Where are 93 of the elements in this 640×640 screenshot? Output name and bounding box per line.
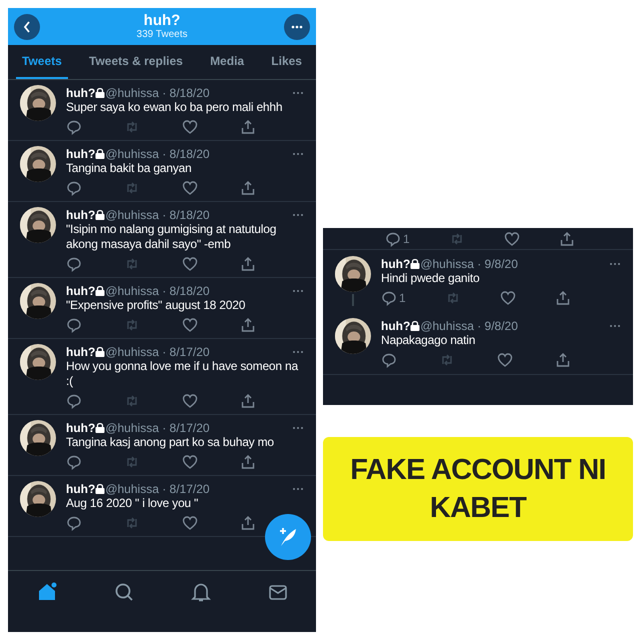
handle-and-date: @huhissa · 8/18/20 — [105, 148, 210, 160]
profile-tab[interactable]: Likes — [265, 45, 308, 79]
share-icon[interactable] — [240, 180, 256, 196]
handle-and-date: @huhissa · 9/8/20 — [420, 320, 518, 332]
user-name: huh? — [381, 258, 410, 270]
lock-icon — [95, 148, 106, 159]
handle-and-date: @huhissa · 9/8/20 — [420, 258, 518, 270]
more-icon[interactable] — [292, 350, 304, 354]
tweet-text: Aug 16 2020 " i love you " — [66, 496, 200, 511]
reply-icon[interactable] — [66, 180, 82, 196]
heart-icon[interactable] — [500, 290, 516, 306]
more-icon[interactable] — [292, 288, 304, 292]
more-icon[interactable] — [292, 90, 304, 94]
user-name: huh? — [381, 320, 410, 332]
handle-and-date: @huhissa · 8/18/20 — [105, 284, 210, 296]
user-name: huh? — [66, 208, 96, 220]
heart-icon[interactable] — [182, 454, 198, 470]
share-icon[interactable] — [240, 119, 256, 135]
handle-and-date: @huhissa · 8/17/20 — [105, 482, 210, 494]
share-icon[interactable] — [555, 352, 571, 368]
reply-icon[interactable] — [66, 119, 82, 135]
share-icon[interactable] — [240, 393, 256, 409]
search-icon[interactable] — [112, 581, 134, 603]
handle-and-date: @huhissa · 8/17/20 — [105, 346, 210, 358]
heart-icon[interactable] — [182, 256, 198, 272]
reply-icon[interactable] — [385, 230, 401, 246]
heart-icon[interactable] — [182, 180, 198, 196]
heart-icon[interactable] — [182, 119, 198, 135]
handle-and-date: @huhissa · 8/18/20 — [105, 86, 210, 98]
profile-tab[interactable]: Tweets & replies — [83, 45, 189, 79]
heart-icon[interactable] — [497, 352, 513, 368]
profile-name: huh? — [144, 13, 180, 28]
back-icon — [23, 20, 31, 32]
user-name: huh? — [66, 346, 96, 358]
share-icon[interactable] — [240, 317, 256, 333]
more-icon[interactable] — [292, 426, 304, 430]
caption-text: KABET — [430, 491, 526, 526]
more-button[interactable] — [284, 14, 310, 40]
bell-icon[interactable] — [190, 581, 212, 603]
reply-icon[interactable] — [66, 317, 82, 333]
lock-icon — [410, 320, 420, 331]
caption-text: FAKE ACCOUNT NI — [350, 453, 606, 488]
reply-icon[interactable] — [66, 393, 82, 409]
lock-icon — [95, 422, 106, 433]
more-icon[interactable] — [292, 152, 304, 156]
handle-and-date: @huhissa · 8/17/20 — [105, 422, 210, 434]
heart-icon[interactable] — [182, 317, 198, 333]
user-name: huh? — [66, 284, 96, 296]
reply-icon[interactable] — [66, 256, 82, 272]
tweet-text: Tangina bakit ba ganyan — [66, 161, 193, 176]
reply-icon[interactable] — [381, 290, 397, 306]
tweet-text: Napakagago natin — [381, 333, 476, 348]
more-icon — [291, 24, 303, 28]
lock-icon — [95, 209, 106, 220]
share-icon[interactable] — [558, 230, 575, 246]
tweet-text: Hindi pwede ganito — [381, 271, 480, 286]
lock-icon — [95, 483, 106, 494]
share-icon[interactable] — [240, 515, 256, 531]
feather-plus-icon — [277, 526, 299, 548]
handle-and-date: @huhissa · 8/18/20 — [105, 208, 210, 220]
tweet-text: How you gonna love me if u have someon na :( — [66, 359, 300, 389]
more-icon[interactable] — [609, 324, 621, 328]
compose-button[interactable] — [265, 514, 311, 560]
lock-icon — [95, 346, 106, 357]
user-name: huh? — [66, 482, 96, 494]
back-button[interactable] — [14, 14, 40, 40]
tweet-text: Tangina kasj anong part ko sa buhay mo — [66, 435, 275, 450]
tweet-text: Super saya ko ewan ko ba pero mali ehhh — [66, 100, 284, 115]
heart-icon[interactable] — [182, 393, 198, 409]
user-name: huh? — [66, 422, 96, 434]
lock-icon — [410, 258, 420, 269]
reply-icon[interactable] — [66, 454, 82, 470]
more-icon[interactable] — [292, 212, 304, 216]
user-name: huh? — [66, 86, 96, 98]
share-icon[interactable] — [240, 256, 256, 272]
heart-icon[interactable] — [504, 230, 520, 246]
more-icon[interactable] — [609, 262, 621, 266]
share-icon[interactable] — [554, 290, 571, 306]
heart-icon[interactable] — [182, 515, 198, 531]
profile-tab[interactable]: Tweets — [16, 45, 68, 79]
tweet-text: "Expensive profits" august 18 2020 — [66, 298, 246, 313]
profile-tab[interactable]: Media — [204, 45, 250, 79]
tweet-count: 339 Tweets — [136, 30, 188, 40]
reply-icon[interactable] — [66, 515, 82, 531]
reply-count: 1 — [399, 292, 406, 304]
share-icon[interactable] — [240, 454, 256, 470]
reply-count: 1 — [403, 232, 410, 244]
lock-icon — [95, 87, 106, 98]
tweet-text: "Isipin mo nalang gumigising at natutulog akong masaya dahil sayo" -emb — [66, 222, 278, 252]
lock-icon — [95, 285, 106, 296]
more-icon[interactable] — [292, 486, 304, 490]
reply-icon[interactable] — [381, 352, 397, 368]
user-name: huh? — [66, 148, 96, 160]
